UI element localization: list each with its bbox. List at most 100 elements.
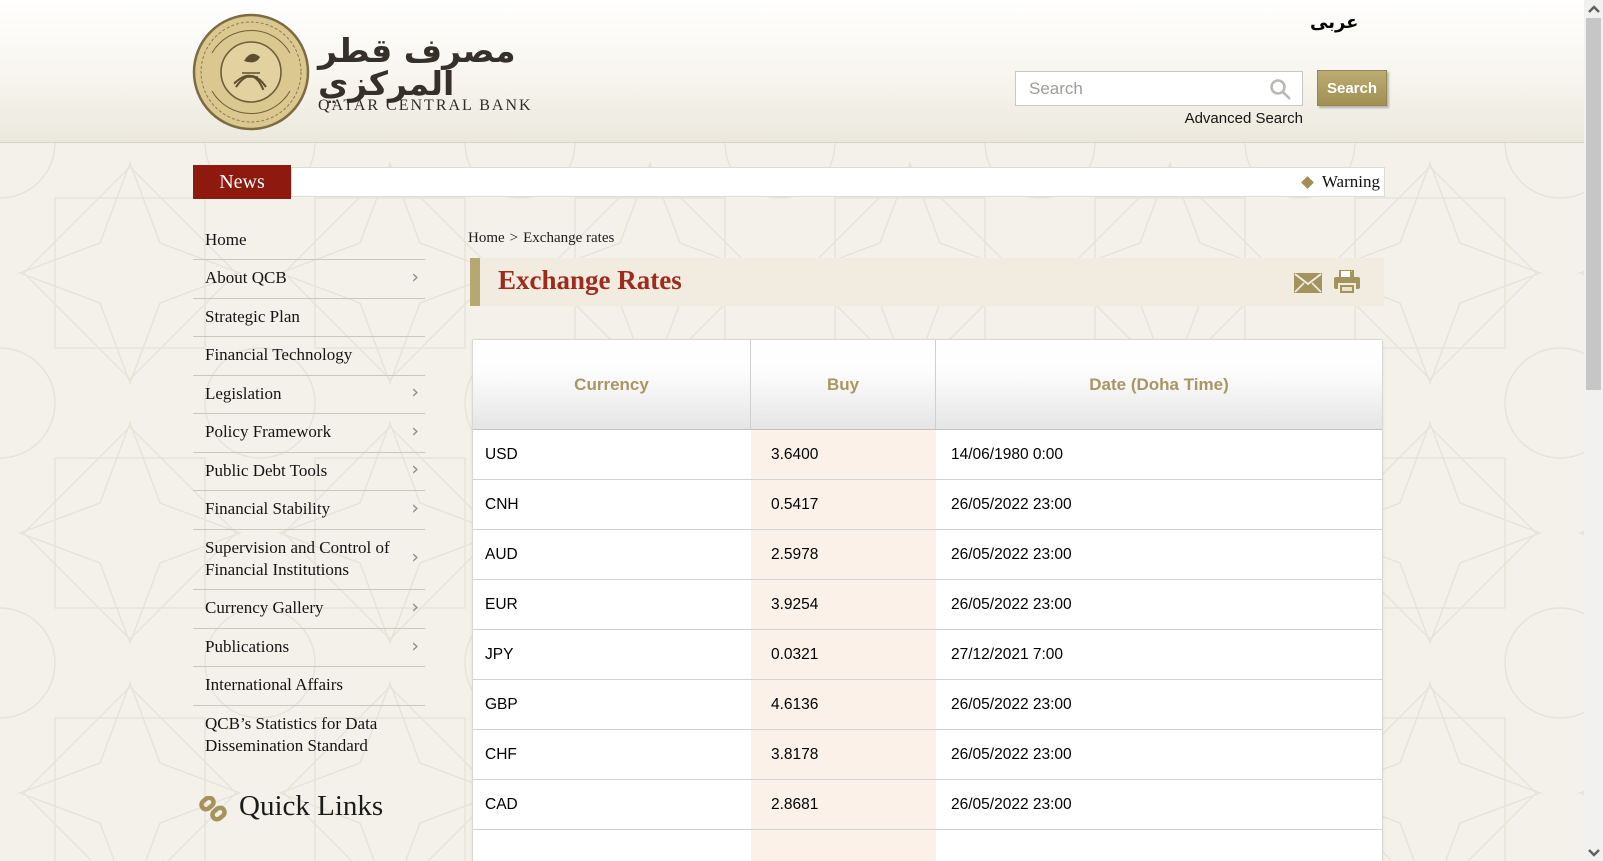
sidebar-item-label: QCB’s Statistics for Data Dissemination … [205, 714, 377, 755]
page-title: Exchange Rates [498, 265, 682, 296]
date-cell: 26/05/2022 23:00 [936, 580, 1382, 629]
sidebar-item-label: Currency Gallery [205, 598, 323, 617]
table-row-partial [473, 830, 1382, 861]
sidebar-item[interactable]: About QCB › [193, 260, 425, 298]
arabic-language-link[interactable]: عربى [1310, 12, 1358, 33]
date-cell: 26/05/2022 23:00 [936, 730, 1382, 779]
sidebar-item-label: Publications [205, 637, 289, 656]
buy-cell: 3.8178 [751, 730, 936, 779]
sidebar-item-label: Legislation [205, 384, 281, 403]
chevron-right-icon: › [411, 595, 419, 620]
buy-cell: 0.5417 [751, 480, 936, 529]
sidebar-item[interactable]: International Affairs [193, 667, 425, 705]
bank-name-english: QATAR CENTRAL BANK [318, 97, 533, 115]
search-button[interactable]: Search [1317, 70, 1387, 106]
date-cell: 26/05/2022 23:00 [936, 530, 1382, 579]
news-ticker-item[interactable]: Warning [1303, 168, 1380, 196]
chevron-right-icon: › [411, 496, 419, 521]
chain-link-icon [199, 796, 229, 822]
currency-cell: AUD [473, 530, 751, 579]
sidebar-item[interactable]: Financial Technology [193, 337, 425, 375]
table-row: EUR3.925426/05/2022 23:00 [473, 580, 1382, 630]
quick-links-heading: Quick Links [193, 790, 383, 823]
sidebar-item[interactable]: Policy Framework › [193, 414, 425, 452]
buy-cell: 4.6136 [751, 680, 936, 729]
currency-cell: CHF [473, 730, 751, 779]
sidebar-item[interactable]: QCB’s Statistics for Data Dissemination … [193, 706, 425, 766]
title-accent-bar [470, 258, 480, 306]
sidebar-item[interactable]: Publications › [193, 629, 425, 667]
table-row: JPY0.032127/12/2021 7:00 [473, 630, 1382, 680]
page-title-bar: Exchange Rates [470, 258, 1384, 306]
chevron-right-icon: › [411, 265, 419, 290]
scroll-down-arrow-icon[interactable] [1584, 844, 1603, 861]
sidebar-item-label: About QCB [205, 268, 287, 287]
news-ticker-text: Warning [1322, 172, 1380, 192]
table-row: GBP4.613626/05/2022 23:00 [473, 680, 1382, 730]
currency-cell: EUR [473, 580, 751, 629]
date-cell: 27/12/2021 7:00 [936, 630, 1382, 679]
table-row: CHF3.817826/05/2022 23:00 [473, 730, 1382, 780]
buy-cell: 2.8681 [751, 780, 936, 829]
buy-cell: 0.0321 [751, 630, 936, 679]
currency-cell: JPY [473, 630, 751, 679]
sidebar-item[interactable]: Strategic Plan [193, 299, 425, 337]
buy-cell: 3.9254 [751, 580, 936, 629]
sidebar-item[interactable]: Legislation› [193, 376, 425, 414]
currency-cell: CNH [473, 480, 751, 529]
chevron-right-icon: › [411, 633, 419, 658]
date-cell: 14/06/1980 0:00 [936, 430, 1382, 479]
chevron-right-icon: › [411, 457, 419, 482]
sidebar-item-label: Home [205, 230, 247, 249]
breadcrumb-link[interactable]: Home [468, 230, 505, 246]
currency-cell [473, 830, 751, 861]
qcb-seal-logo [192, 13, 310, 131]
page-header: مصرف قطر المركزي QATAR CENTRAL BANK عربى… [0, 0, 1584, 143]
search-input[interactable] [1016, 72, 1302, 105]
sidebar-item[interactable]: Currency Gallery › [193, 590, 425, 628]
table-body: USD3.640014/06/1980 0:00CNH0.541726/05/2… [473, 430, 1382, 861]
news-ticker: Warning [291, 167, 1385, 197]
table-header-row: CurrencyBuyDate (Doha Time) [473, 340, 1382, 430]
table-row: AUD2.597826/05/2022 23:00 [473, 530, 1382, 580]
sidebar-menu: Home About QCB › Strategic Plan Financial Te… [193, 222, 425, 766]
diamond-bullet-icon [1301, 176, 1314, 189]
chevron-right-icon: › [411, 545, 419, 570]
bank-name-arabic-calligraphy: مصرف قطر المركزي [318, 34, 548, 100]
browser-scrollbar[interactable] [1584, 0, 1603, 861]
buy-cell [751, 830, 936, 861]
sidebar-item[interactable]: Public Debt Tools › [193, 453, 425, 491]
qcb-exchange-rates-page: مصرف قطر المركزي QATAR CENTRAL BANK عربى… [0, 0, 1603, 861]
search-box [1015, 71, 1303, 106]
search-icon[interactable] [1268, 78, 1294, 102]
sidebar-item[interactable]: Supervision and Control of Financial Ins… [193, 530, 425, 591]
table-row: CNH0.541726/05/2022 23:00 [473, 480, 1382, 530]
column-header: Buy [751, 340, 936, 429]
table-row: CAD2.868126/05/2022 23:00 [473, 780, 1382, 830]
quick-links-title: Quick Links [239, 790, 383, 823]
news-label: News [193, 165, 291, 199]
date-cell: 26/05/2022 23:00 [936, 680, 1382, 729]
column-header: Date (Doha Time) [936, 340, 1382, 429]
email-icon[interactable] [1294, 273, 1322, 293]
advanced-search-link[interactable]: Advanced Search [1160, 110, 1303, 127]
scrollbar-thumb[interactable] [1586, 18, 1601, 390]
print-icon[interactable] [1332, 270, 1362, 296]
sidebar-item-label: Policy Framework [205, 422, 331, 441]
column-header: Currency [473, 340, 751, 429]
currency-cell: GBP [473, 680, 751, 729]
scroll-up-arrow-icon[interactable] [1584, 0, 1603, 17]
currency-cell: USD [473, 430, 751, 479]
sidebar-item-label: Financial Stability [205, 499, 330, 518]
sidebar-item[interactable]: Home [193, 222, 425, 260]
breadcrumb: Home>Exchange rates [468, 230, 614, 247]
sidebar-item-label: Financial Technology [205, 345, 352, 364]
sidebar-item-label: Public Debt Tools [205, 461, 327, 480]
breadcrumb-current: Exchange rates [523, 230, 614, 246]
buy-cell: 2.5978 [751, 530, 936, 579]
date-cell [936, 830, 1382, 861]
sidebar-item[interactable]: Financial Stability › [193, 491, 425, 529]
chevron-right-icon: › [411, 419, 419, 444]
buy-cell: 3.6400 [751, 430, 936, 479]
table-row: USD3.640014/06/1980 0:00 [473, 430, 1382, 480]
